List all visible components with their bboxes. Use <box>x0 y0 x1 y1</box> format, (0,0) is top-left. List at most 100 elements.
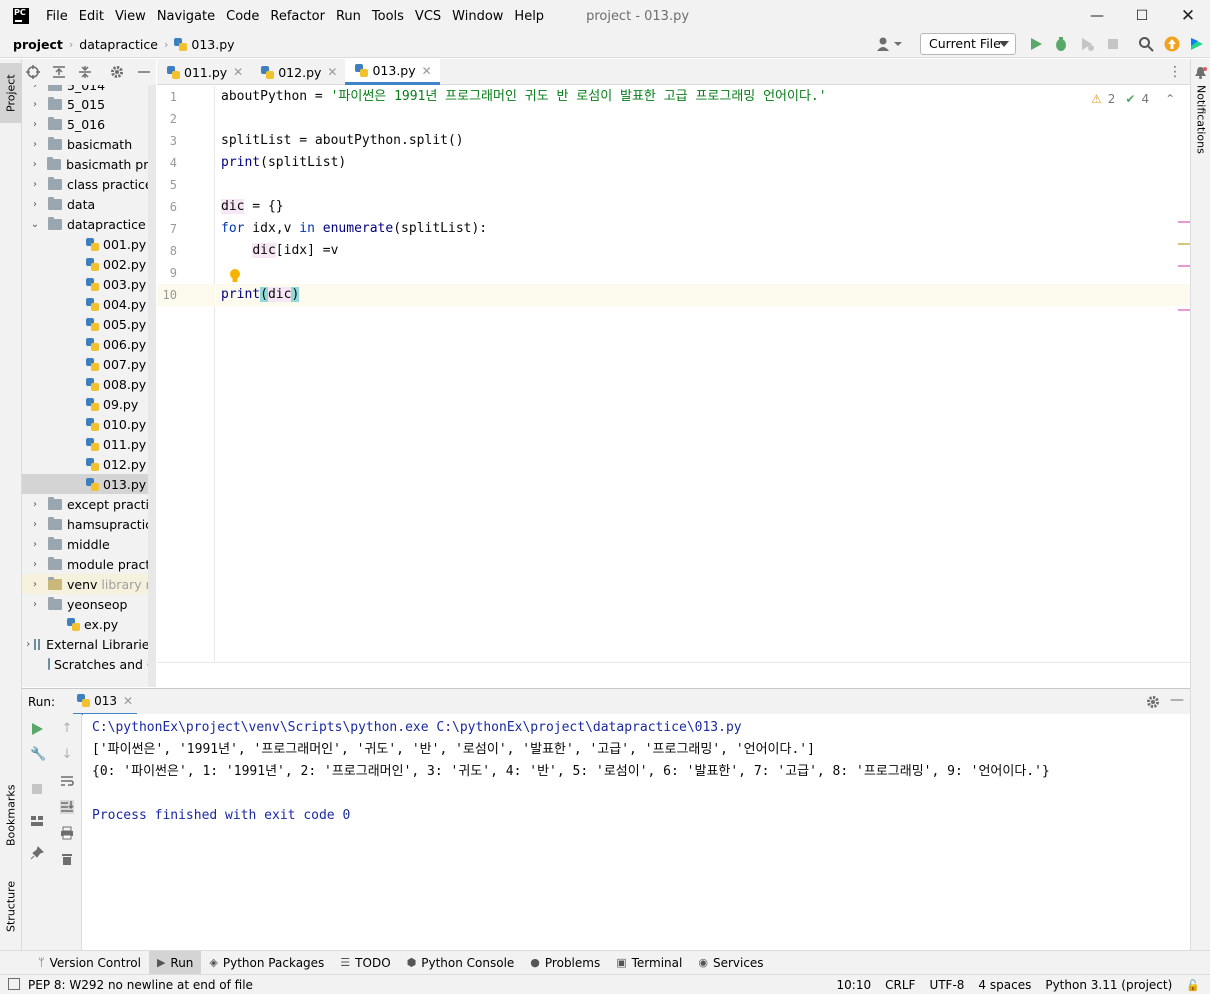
chevron-right-icon[interactable]: › <box>22 514 48 534</box>
chevron-right-icon[interactable]: › <box>22 94 48 114</box>
lightbulb-icon[interactable] <box>229 268 241 284</box>
status-message[interactable]: PEP 8: W292 no newline at end of file <box>28 978 253 992</box>
tree-item-venv[interactable]: › venv library r <box>22 574 156 594</box>
tree-item-ex-py[interactable]: ex.py <box>22 614 156 634</box>
tree-item-yeonseop[interactable]: › yeonseop <box>22 594 156 614</box>
gear-icon[interactable] <box>110 65 124 79</box>
tree-item-5-015[interactable]: › 5_015 <box>22 94 156 114</box>
indent-setting[interactable]: 4 spaces <box>978 978 1031 992</box>
menu-tools[interactable]: Tools <box>372 9 404 24</box>
minimize-icon[interactable]: — <box>1087 6 1107 26</box>
structure-tool-tab[interactable]: Structure <box>0 871 22 941</box>
chevron-right-icon[interactable]: › <box>22 174 48 194</box>
services-tool[interactable]: ◉ Services <box>690 951 771 975</box>
python-interpreter[interactable]: Python 3.11 (project) <box>1045 978 1172 992</box>
tree-item-09-py[interactable]: 09.py <box>22 394 156 414</box>
tree-item-006-py[interactable]: 006.py <box>22 334 156 354</box>
update-icon[interactable] <box>1164 36 1180 52</box>
user-icon[interactable] <box>876 36 902 52</box>
project-tool-tab[interactable]: Project <box>0 63 22 123</box>
chevron-right-icon[interactable]: › <box>22 194 48 214</box>
trash-icon[interactable] <box>60 852 74 866</box>
tree-item-data[interactable]: › data <box>22 194 156 214</box>
breadcrumb-file[interactable]: 013.py <box>191 37 234 52</box>
tab-012-py[interactable]: 012.py ✕ <box>251 59 345 85</box>
soft-wrap-icon[interactable] <box>60 774 74 788</box>
chevron-right-icon[interactable]: › <box>22 574 48 594</box>
bookmarks-tool-tab[interactable]: Bookmarks <box>0 775 22 855</box>
inspection-widget[interactable]: ⚠ 2 ✔ 4 ⌃ ⌄ <box>1091 92 1190 106</box>
hide-panel-icon[interactable] <box>138 65 150 79</box>
run-tab-013[interactable]: 013 ✕ <box>73 689 138 715</box>
tree-item-except-practice[interactable]: › except practic <box>22 494 156 514</box>
maximize-icon[interactable]: ☐ <box>1132 6 1152 26</box>
problems-tool[interactable]: ● Problems <box>522 951 608 975</box>
arrow-up-icon[interactable]: ↑ <box>60 722 74 736</box>
menu-vcs[interactable]: VCS <box>415 9 441 24</box>
menu-refactor[interactable]: Refactor <box>270 9 325 24</box>
chevron-down-icon[interactable]: ⌄ <box>1189 92 1190 106</box>
scroll-marker[interactable] <box>1178 221 1190 223</box>
toggle-tool-windows-icon[interactable] <box>8 978 20 990</box>
chevron-right-icon[interactable]: › <box>22 154 47 174</box>
chevron-right-icon[interactable]: › <box>22 554 48 574</box>
scroll-to-end-icon[interactable] <box>60 800 74 814</box>
tree-item-003-py[interactable]: 003.py <box>22 274 156 294</box>
project-tree-scrollbar[interactable] <box>148 85 156 687</box>
breadcrumb-project[interactable]: project <box>13 37 63 52</box>
chevron-down-icon[interactable]: ⌄ <box>22 214 48 234</box>
layout-icon[interactable] <box>30 814 44 828</box>
tree-item-004-py[interactable]: 004.py <box>22 294 156 314</box>
tab-011-py[interactable]: 011.py ✕ <box>157 59 251 85</box>
menu-code[interactable]: Code <box>226 9 259 24</box>
run-console[interactable]: C:\pythonEx\project\venv\Scripts\python.… <box>83 714 1190 950</box>
python-console-tool[interactable]: ⬢ Python Console <box>399 951 523 975</box>
tree-item-datapractice[interactable]: ⌄ datapractice <box>22 214 156 234</box>
debug-icon[interactable] <box>1053 36 1069 52</box>
tree-item-002-py[interactable]: 002.py <box>22 254 156 274</box>
tree-item-class-practice[interactable]: › class practice <box>22 174 156 194</box>
python-packages-tool[interactable]: ◈ Python Packages <box>201 951 332 975</box>
tree-item-008-py[interactable]: 008.py <box>22 374 156 394</box>
close-window-icon[interactable]: ✕ <box>1178 6 1198 26</box>
tree-item-010-py[interactable]: 010.py <box>22 414 156 434</box>
tree-item-013-py[interactable]: 013.py <box>22 474 156 494</box>
search-icon[interactable] <box>1138 36 1154 52</box>
tree-item-005-py[interactable]: 005.py <box>22 314 156 334</box>
menu-navigate[interactable]: Navigate <box>157 9 215 24</box>
menu-file[interactable]: File <box>46 9 68 24</box>
tree-item-basicmath-practice[interactable]: › basicmath pra <box>22 154 156 174</box>
tree-item-basicmath[interactable]: › basicmath <box>22 134 156 154</box>
tree-item-011-py[interactable]: 011.py <box>22 434 156 454</box>
menu-view[interactable]: View <box>115 9 146 24</box>
chevron-right-icon[interactable]: › <box>22 594 48 614</box>
tree-item-001-py[interactable]: 001.py <box>22 234 156 254</box>
tab-013-py[interactable]: 013.py ✕ <box>345 59 440 85</box>
gear-icon[interactable] <box>1146 695 1160 709</box>
tree-item-scratches[interactable]: Scratches and Co <box>22 654 156 674</box>
print-icon[interactable] <box>60 826 74 840</box>
more-tabs-icon[interactable]: ⋮ <box>1168 64 1182 80</box>
caret-position[interactable]: 10:10 <box>837 978 872 992</box>
menu-window[interactable]: Window <box>452 9 503 24</box>
wrench-icon[interactable]: 🔧 <box>30 748 46 762</box>
hide-panel-icon[interactable]: — <box>1170 692 1184 708</box>
code-editor[interactable]: ⚠ 2 ✔ 4 ⌃ ⌄ aboutPython = '파이썬은 1991년 프로… <box>216 86 1190 662</box>
scroll-marker[interactable] <box>1178 243 1190 245</box>
tree-item-external-libraries[interactable]: › External Libraries <box>22 634 156 654</box>
menu-edit[interactable]: Edit <box>79 9 104 24</box>
notifications-tool-tab[interactable]: Notifications <box>1191 85 1210 155</box>
lock-icon[interactable]: 🔓 <box>1186 979 1200 992</box>
menu-run[interactable]: Run <box>336 9 361 24</box>
version-control-tool[interactable]: ᛘ Version Control <box>30 951 149 975</box>
close-icon[interactable]: ✕ <box>123 694 133 708</box>
tree-item-012-py[interactable]: 012.py <box>22 454 156 474</box>
chevron-right-icon[interactable]: › <box>22 534 48 554</box>
chevron-right-icon[interactable]: › <box>22 114 48 134</box>
chevron-up-icon[interactable]: ⌃ <box>1165 92 1175 106</box>
tree-item-007-py[interactable]: 007.py <box>22 354 156 374</box>
scroll-marker[interactable] <box>1178 265 1190 267</box>
tree-item-middle[interactable]: › middle <box>22 534 156 554</box>
chevron-right-icon[interactable]: › <box>22 134 48 154</box>
terminal-tool[interactable]: ▣ Terminal <box>608 951 690 975</box>
